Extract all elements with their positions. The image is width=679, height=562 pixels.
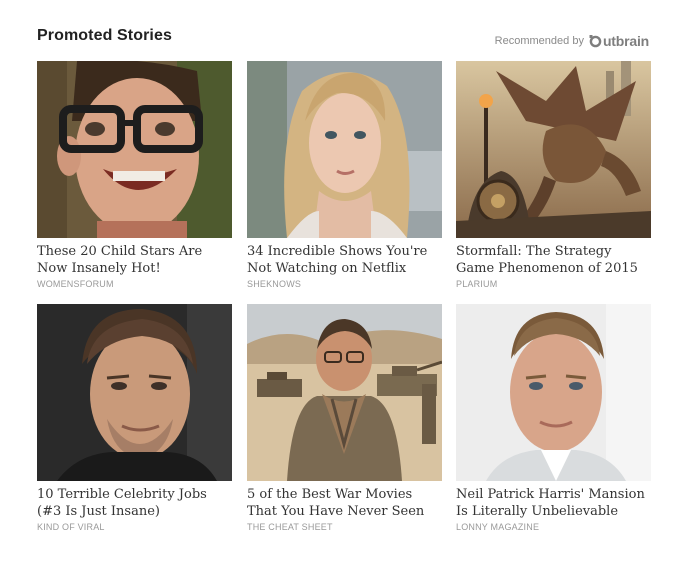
widget-header: Promoted Stories Recommended by utbrain xyxy=(37,27,649,51)
story-headline[interactable]: 34 Incredible Shows You're Not Watching … xyxy=(247,243,442,277)
outbrain-logo-icon xyxy=(589,34,602,47)
story-card[interactable]: 10 Terrible Celebrity Jobs (#3 Is Just I… xyxy=(37,304,232,532)
story-headline[interactable]: These 20 Child Stars Are Now Insanely Ho… xyxy=(37,243,232,277)
recommended-by-label: Recommended by xyxy=(494,35,584,47)
story-thumbnail[interactable] xyxy=(247,304,442,481)
story-card[interactable]: Stormfall: The Strategy Game Phenomenon … xyxy=(456,61,651,289)
story-card[interactable]: Neil Patrick Harris' Mansion Is Literall… xyxy=(456,304,651,532)
outbrain-wordmark: utbrain xyxy=(602,33,649,49)
story-card[interactable]: These 20 Child Stars Are Now Insanely Ho… xyxy=(37,61,232,289)
story-headline[interactable]: 5 of the Best War Movies That You Have N… xyxy=(247,486,442,520)
story-thumbnail[interactable] xyxy=(37,304,232,481)
man-portrait-dark-background-image xyxy=(37,304,232,481)
story-thumbnail[interactable] xyxy=(456,61,651,238)
story-card[interactable]: 5 of the Best War Movies That You Have N… xyxy=(247,304,442,532)
story-source: WOMENSFORUM xyxy=(37,279,114,289)
outbrain-logo[interactable]: utbrain xyxy=(589,33,649,49)
story-source: PLARIUM xyxy=(456,279,498,289)
smiling-boy-with-glasses-image xyxy=(37,61,232,238)
story-headline[interactable]: Neil Patrick Harris' Mansion Is Literall… xyxy=(456,486,651,520)
story-card[interactable]: 34 Incredible Shows You're Not Watching … xyxy=(247,61,442,289)
story-headline[interactable]: Stormfall: The Strategy Game Phenomenon … xyxy=(456,243,651,277)
story-thumbnail[interactable] xyxy=(37,61,232,238)
story-source: KIND OF VIRAL xyxy=(37,522,105,532)
story-thumbnail[interactable] xyxy=(247,61,442,238)
blonde-woman-portrait-image xyxy=(247,61,442,238)
widget-title: Promoted Stories xyxy=(37,27,172,44)
man-portrait-light-background-image xyxy=(456,304,651,481)
story-source: THE CHEAT SHEET xyxy=(247,522,333,532)
story-source: LONNY MAGAZINE xyxy=(456,522,540,532)
soldier-in-desert-with-tanks-image xyxy=(247,304,442,481)
story-headline[interactable]: 10 Terrible Celebrity Jobs (#3 Is Just I… xyxy=(37,486,232,520)
dragon-and-warrior-artwork-image xyxy=(456,61,651,238)
story-source: SHEKNOWS xyxy=(247,279,302,289)
story-thumbnail[interactable] xyxy=(456,304,651,481)
recommended-by[interactable]: Recommended by utbrain xyxy=(494,33,650,49)
